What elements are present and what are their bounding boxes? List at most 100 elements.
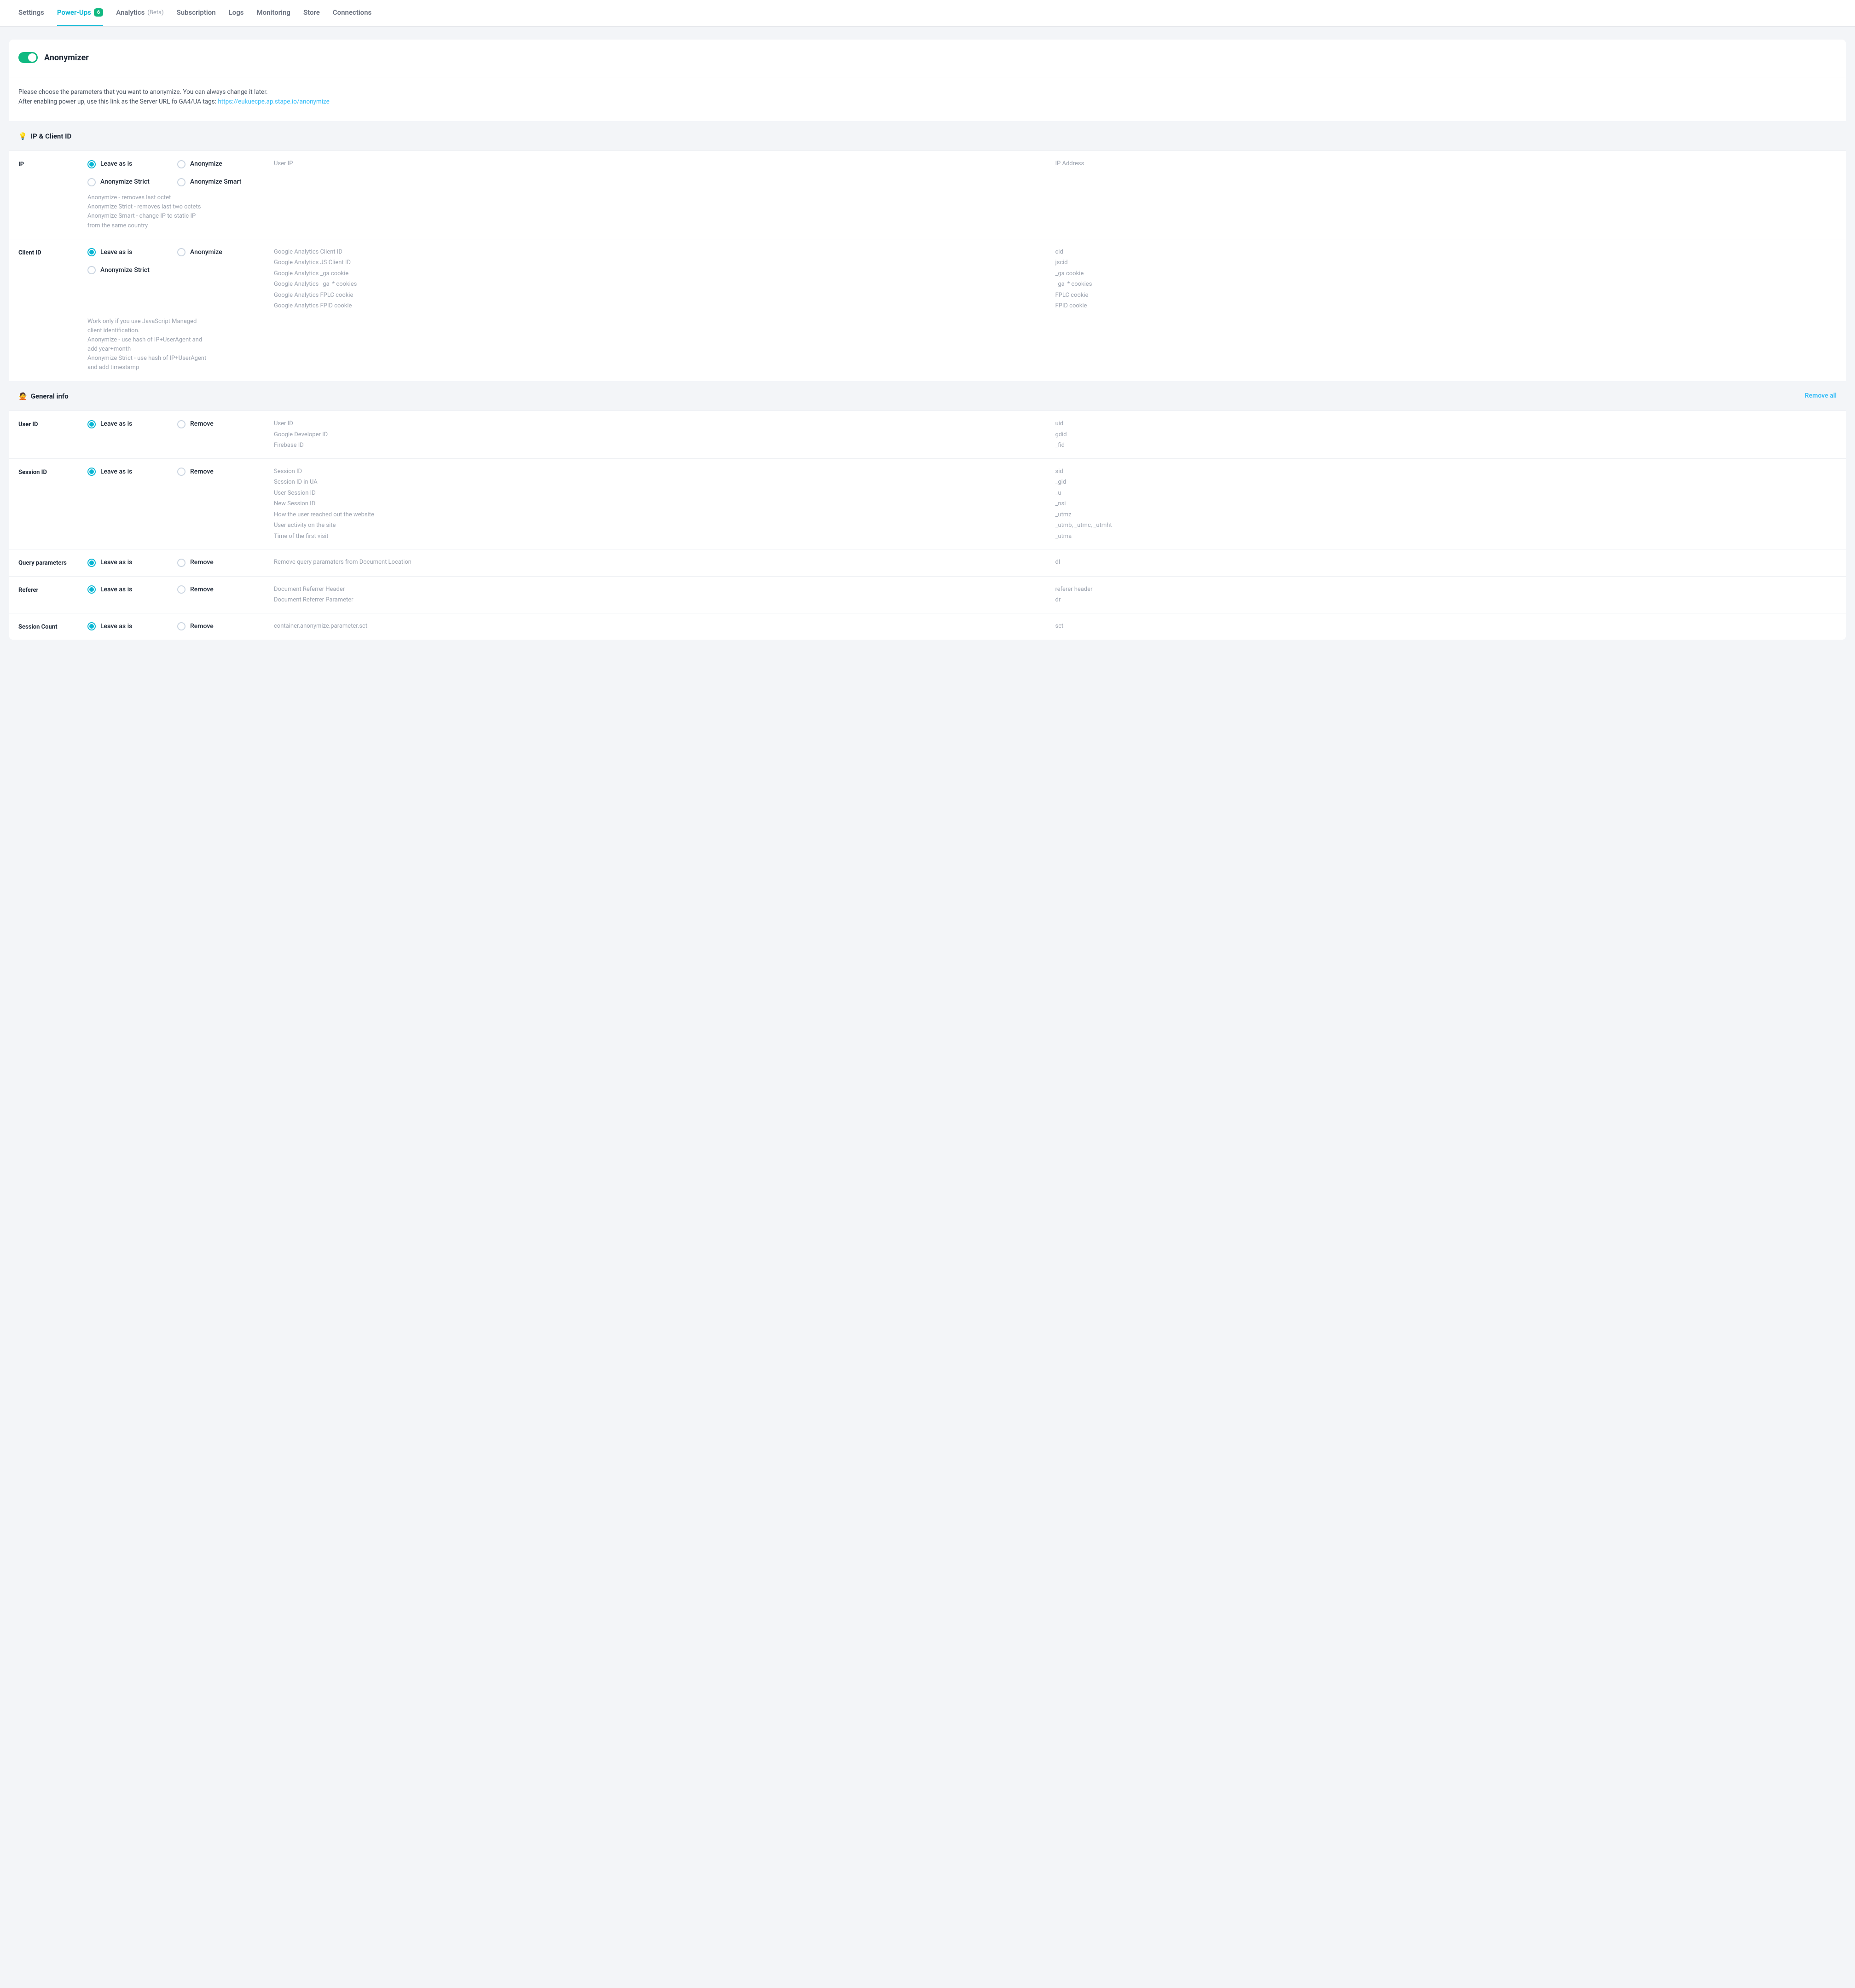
param-desc-col: container.anonymize.parameter.sct <box>274 622 1055 631</box>
tab-label: Settings <box>18 7 44 18</box>
radio-option[interactable]: Anonymize Smart <box>177 177 274 187</box>
tab-label: Store <box>303 7 320 18</box>
radio-icon <box>87 160 96 168</box>
param-code-item: dr <box>1055 595 1837 605</box>
param-desc-item: Document Referrer Parameter <box>274 595 1055 605</box>
param-desc-item: User ID <box>274 419 1055 428</box>
section-header: 🙅 General info Remove all <box>9 381 1846 411</box>
remove-all-link[interactable]: Remove all <box>1805 391 1837 401</box>
param-label: IP <box>18 159 87 169</box>
param-code-item: _nsi <box>1055 499 1837 509</box>
radio-option[interactable]: Leave as is <box>87 622 177 631</box>
param-desc-item: Document Referrer Header <box>274 585 1055 594</box>
radio-icon <box>87 468 96 476</box>
param-code-item: sct <box>1055 622 1837 631</box>
param-desc-item: User IP <box>274 159 1055 168</box>
radio-label: Leave as is <box>100 467 132 477</box>
section-icon: 💡 <box>18 131 27 142</box>
param-desc-item: Session ID <box>274 467 1055 476</box>
radio-icon <box>177 559 186 567</box>
param-code-item: _ga_* cookies <box>1055 280 1837 289</box>
radio-option[interactable]: Leave as is <box>87 248 177 257</box>
section-title: IP & Client ID <box>31 131 72 142</box>
radio-icon <box>177 160 186 168</box>
tab-label: Connections <box>333 7 371 18</box>
param-desc-item: Google Analytics _ga_* cookies <box>274 280 1055 289</box>
tab-logs[interactable]: Logs <box>229 0 244 26</box>
param-desc-item: Google Analytics Client ID <box>274 248 1055 257</box>
radio-option[interactable]: Leave as is <box>87 467 177 477</box>
param-desc-item: User activity on the site <box>274 521 1055 530</box>
section-icon: 🙅 <box>18 391 27 402</box>
tab-analytics[interactable]: Analytics(Beta) <box>116 0 163 26</box>
param-code-item: _utmz <box>1055 510 1837 520</box>
tab-label: Monitoring <box>256 7 290 18</box>
param-code-item: IP Address <box>1055 159 1837 168</box>
param-row: User ID Leave as isRemoveUser IDGoogle De… <box>9 410 1846 458</box>
param-code-item: _ga cookie <box>1055 269 1837 278</box>
param-code-item: _fid <box>1055 441 1837 450</box>
param-desc-item: User Session ID <box>274 489 1055 498</box>
tab-label: Analytics <box>116 7 145 18</box>
param-label: Session Count <box>18 622 87 632</box>
param-label: Referer <box>18 585 87 595</box>
param-desc-col: Session IDSession ID in UAUser Session I… <box>274 467 1055 541</box>
radio-icon <box>87 585 96 594</box>
radio-option[interactable]: Remove <box>177 558 274 567</box>
section-title: General info <box>31 391 69 402</box>
desc-line: After enabling power up, use this link a… <box>18 97 1837 107</box>
param-desc-item: Firebase ID <box>274 441 1055 450</box>
radio-label: Anonymize Strict <box>100 177 150 187</box>
radio-icon <box>177 178 186 186</box>
param-code-col: uidgdid_fid <box>1055 419 1837 450</box>
tab-monitoring[interactable]: Monitoring <box>256 0 290 26</box>
param-code-item: jscid <box>1055 258 1837 267</box>
param-desc-item: New Session ID <box>274 499 1055 509</box>
radio-option[interactable]: Anonymize <box>177 159 274 169</box>
param-row: Session IDLeave as isRemoveSession IDSes… <box>9 458 1846 549</box>
radio-option[interactable]: Remove <box>177 419 274 429</box>
server-url-link[interactable]: https://eukuecpe.ap.stape.io/anonymize <box>218 98 329 105</box>
radio-option[interactable]: Remove <box>177 585 274 595</box>
param-code-item: _utma <box>1055 532 1837 541</box>
param-code-item: sid <box>1055 467 1837 476</box>
param-code-col: dl <box>1055 558 1837 567</box>
radio-option[interactable]: Anonymize Strict <box>87 177 177 187</box>
param-desc-col: User IDGoogle Developer IDFirebase ID <box>274 419 1055 450</box>
tab-store[interactable]: Store <box>303 0 320 26</box>
card-title: Anonymizer <box>44 52 89 64</box>
param-helper-text: Work only if you use JavaScript Managed … <box>87 317 207 373</box>
param-code-item: _gid <box>1055 478 1837 487</box>
param-desc-col: Document Referrer HeaderDocument Referre… <box>274 585 1055 605</box>
param-code-item: dl <box>1055 558 1837 567</box>
param-code-item: FPID cookie <box>1055 301 1837 311</box>
radio-option[interactable]: Leave as is <box>87 419 177 429</box>
radio-label: Leave as is <box>100 622 132 631</box>
radio-option[interactable]: Leave as is <box>87 159 177 169</box>
tab-power-ups[interactable]: Power-Ups6 <box>57 0 103 26</box>
param-code-col: cidjscid_ga cookie_ga_* cookiesFPLC cook… <box>1055 248 1837 311</box>
param-code-col: IP Address <box>1055 159 1837 168</box>
anonymizer-toggle[interactable] <box>18 52 38 63</box>
param-row: Session Count Leave as is Removecontainer.… <box>9 613 1846 640</box>
param-code-col: sct <box>1055 622 1837 631</box>
radio-label: Anonymize Smart <box>190 177 241 187</box>
param-label: Session ID <box>18 467 87 477</box>
param-desc-item: Remove query paramaters from Document Lo… <box>274 558 1055 567</box>
radio-label: Anonymize <box>190 248 222 257</box>
radio-option[interactable]: Remove <box>177 622 274 631</box>
radio-icon <box>177 622 186 630</box>
param-code-item: referer header <box>1055 585 1837 594</box>
tab-subscription[interactable]: Subscription <box>177 0 216 26</box>
radio-option[interactable]: Leave as is <box>87 558 177 567</box>
radio-icon <box>87 248 96 256</box>
radio-option[interactable]: Remove <box>177 467 274 477</box>
tab-settings[interactable]: Settings <box>18 0 44 26</box>
radio-option[interactable]: Anonymize <box>177 248 274 257</box>
radio-option[interactable]: Anonymize Strict <box>87 266 177 275</box>
param-desc-item: Google Analytics JS Client ID <box>274 258 1055 267</box>
radio-option[interactable]: Leave as is <box>87 585 177 595</box>
param-label: Client ID <box>18 248 87 258</box>
anonymizer-card: Anonymizer Please choose the parameters … <box>9 40 1846 640</box>
tab-connections[interactable]: Connections <box>333 0 371 26</box>
